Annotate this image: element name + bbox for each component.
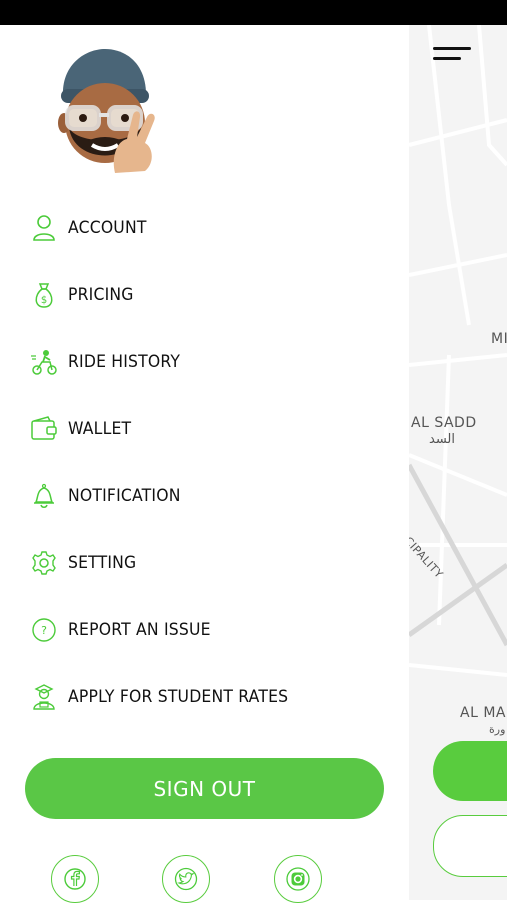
money-bag-icon: $ [30, 281, 58, 309]
map-label-al-sadd-arabic: السد [429, 432, 455, 447]
menu-item-label: SETTING [68, 553, 137, 573]
menu-item-label: ACCOUNT [68, 218, 147, 238]
svg-text:?: ? [41, 624, 47, 637]
status-bar [0, 0, 507, 25]
map-label-al-ma: AL MA [460, 705, 506, 721]
menu-item-label: APPLY FOR STUDENT RATES [68, 687, 289, 707]
map-label-mi: MI [491, 331, 507, 347]
map-label-al-sadd: AL SADD [411, 415, 477, 431]
memoji-avatar-icon [58, 49, 155, 173]
side-drawer: ACCOUNT $ PRICING RIDE HISTORY WALLET NO… [0, 25, 409, 903]
menu-item-ride-history[interactable]: RIDE HISTORY [0, 337, 380, 387]
facebook-button[interactable] [51, 855, 99, 903]
twitter-icon [174, 867, 198, 891]
menu-hamburger-icon[interactable] [433, 47, 471, 67]
svg-text:$: $ [41, 295, 47, 306]
gear-icon [30, 549, 58, 577]
menu-item-setting[interactable]: SETTING [0, 538, 380, 588]
sign-out-button[interactable]: SIGN OUT [25, 758, 384, 819]
menu-item-label: WALLET [68, 419, 132, 439]
menu-item-report-issue[interactable]: ? REPORT AN ISSUE [0, 605, 380, 655]
menu-item-account[interactable]: ACCOUNT [0, 203, 380, 253]
menu-item-notification[interactable]: NOTIFICATION [0, 471, 380, 521]
instagram-icon [286, 867, 310, 891]
map-secondary-button[interactable] [433, 815, 507, 877]
bell-icon [30, 482, 58, 510]
menu-item-label: PRICING [68, 285, 134, 305]
menu-item-label: NOTIFICATION [68, 486, 181, 506]
menu-item-pricing[interactable]: $ PRICING [0, 270, 380, 320]
menu-item-label: REPORT AN ISSUE [68, 620, 211, 640]
map-view[interactable]: MI AL SADD السد NICIPALITY AL MA ورة [409, 25, 507, 900]
menu-item-wallet[interactable]: WALLET [0, 404, 380, 454]
avatar[interactable] [55, 45, 165, 175]
map-label-al-ma-arabic: ورة [489, 723, 506, 736]
instagram-button[interactable] [274, 855, 322, 903]
map-primary-button[interactable] [433, 741, 507, 801]
student-icon [30, 683, 58, 711]
facebook-icon [64, 868, 86, 890]
menu-item-student-rates[interactable]: APPLY FOR STUDENT RATES [0, 672, 380, 722]
wallet-icon [30, 415, 58, 443]
twitter-button[interactable] [162, 855, 210, 903]
question-icon: ? [30, 616, 58, 644]
menu-item-label: RIDE HISTORY [68, 352, 181, 372]
user-icon [30, 214, 58, 242]
scooter-rider-icon [30, 348, 58, 376]
